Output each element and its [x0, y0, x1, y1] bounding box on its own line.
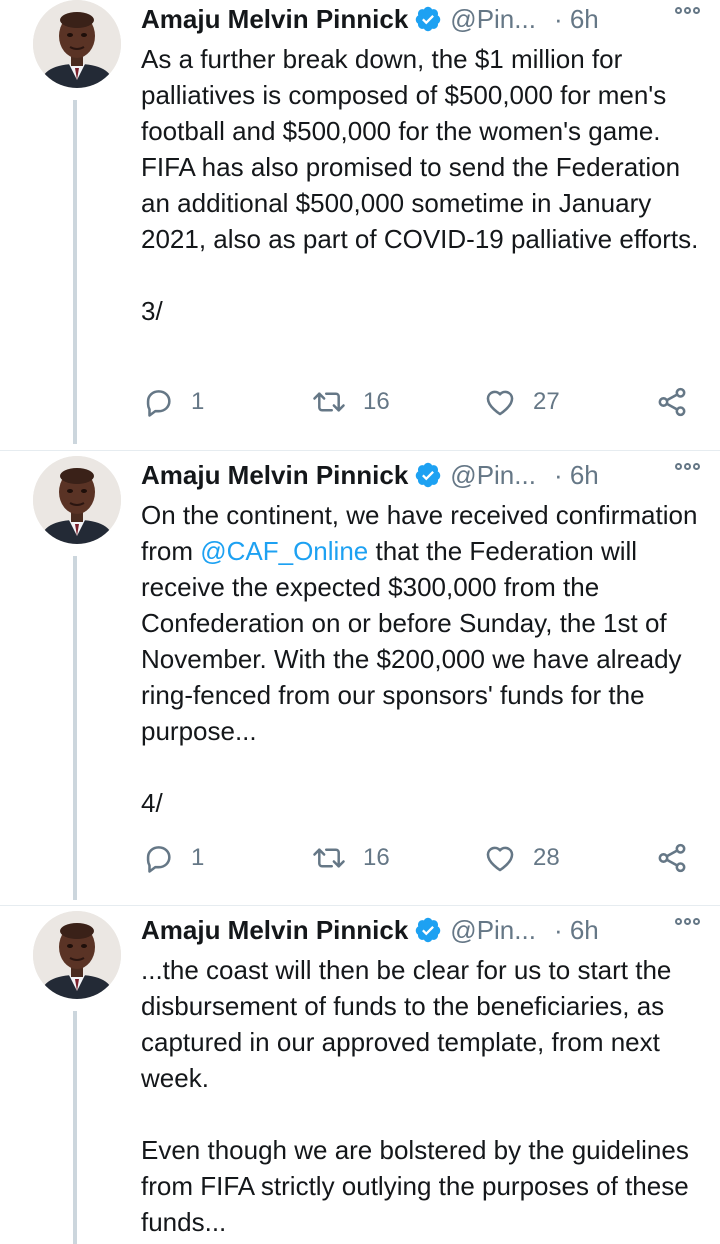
timestamp[interactable]: · 6h — [554, 4, 599, 35]
like-button[interactable]: 27 — [483, 382, 560, 422]
verified-badge-icon — [414, 5, 442, 33]
reply-count: 1 — [191, 388, 205, 415]
more-options-icon[interactable] — [675, 918, 700, 925]
tweet-body-end: that the Federation will receive the exp… — [141, 536, 689, 746]
tweet-1[interactable]: Amaju Melvin Pinnick @Pin... · 6h As a f… — [0, 0, 720, 444]
tweet-header: Amaju Melvin Pinnick @Pin... · 6h — [141, 912, 700, 948]
author-handle[interactable]: @Pin... — [450, 4, 536, 35]
avatar[interactable] — [33, 911, 121, 999]
timestamp[interactable]: · 6h — [554, 915, 599, 946]
like-count: 28 — [533, 844, 560, 871]
thread-counter: 4/ — [141, 788, 163, 818]
tweet-body: On the continent, we have received confi… — [141, 497, 701, 749]
thread-line — [73, 1011, 77, 1244]
tweet-text: As a further break down, the $1 million … — [141, 41, 701, 329]
tweet-text: ...the coast will then be clear for us t… — [141, 952, 701, 1240]
retweet-icon — [313, 848, 345, 868]
retweet-icon — [313, 392, 345, 412]
tweet-actions: 1 16 28 — [141, 838, 696, 878]
author-handle[interactable]: @Pin... — [450, 915, 536, 946]
author-name[interactable]: Amaju Melvin Pinnick — [141, 4, 408, 35]
mention-link[interactable]: @CAF_Online — [200, 536, 368, 566]
reply-button[interactable]: 1 — [141, 382, 204, 422]
thread-line — [73, 556, 77, 900]
retweet-button[interactable]: 16 — [311, 382, 390, 422]
avatar[interactable] — [33, 456, 121, 544]
retweet-count: 16 — [363, 388, 390, 415]
tweet-3[interactable]: Amaju Melvin Pinnick @Pin... · 6h ...the… — [0, 911, 720, 1244]
tweet-actions: 1 16 27 — [141, 382, 696, 422]
verified-badge-icon — [414, 461, 442, 489]
tweet-text: On the continent, we have received confi… — [141, 497, 701, 821]
reply-icon — [146, 390, 171, 417]
thread-counter: 3/ — [141, 296, 163, 326]
heart-icon — [486, 390, 514, 416]
avatar[interactable] — [33, 0, 121, 88]
author-name[interactable]: Amaju Melvin Pinnick — [141, 460, 408, 491]
more-options-icon[interactable] — [675, 7, 700, 14]
tweet-body: ...the coast will then be clear for us t… — [141, 955, 679, 1093]
like-count: 27 — [533, 388, 560, 415]
retweet-count: 16 — [363, 844, 390, 871]
tweet-header: Amaju Melvin Pinnick @Pin... · 6h — [141, 457, 700, 493]
share-icon — [658, 843, 686, 873]
tweet-divider — [0, 450, 720, 451]
reply-icon — [146, 846, 171, 873]
heart-icon — [486, 846, 514, 872]
author-handle[interactable]: @Pin... — [450, 460, 536, 491]
more-options-icon[interactable] — [675, 463, 700, 470]
tweet-body: As a further break down, the $1 million … — [141, 44, 699, 254]
retweet-button[interactable]: 16 — [311, 838, 390, 878]
like-button[interactable]: 28 — [483, 838, 560, 878]
reply-button[interactable]: 1 — [141, 838, 204, 878]
verified-badge-icon — [414, 916, 442, 944]
share-icon — [658, 387, 686, 417]
reply-count: 1 — [191, 844, 205, 871]
share-button[interactable] — [655, 838, 705, 878]
tweet-2[interactable]: Amaju Melvin Pinnick @Pin... · 6h On the… — [0, 456, 720, 900]
share-button[interactable] — [655, 382, 705, 422]
tweet-divider — [0, 905, 720, 906]
tweet-header: Amaju Melvin Pinnick @Pin... · 6h — [141, 1, 700, 37]
timestamp[interactable]: · 6h — [554, 460, 599, 491]
tweet-body-continued: Even though we are bolstered by the guid… — [141, 1135, 697, 1237]
thread-line — [73, 100, 77, 444]
author-name[interactable]: Amaju Melvin Pinnick — [141, 915, 408, 946]
